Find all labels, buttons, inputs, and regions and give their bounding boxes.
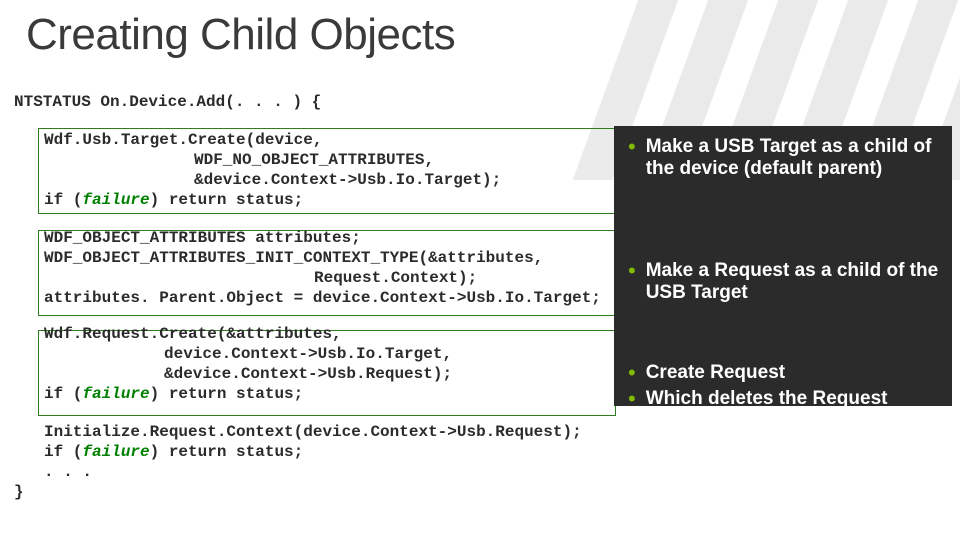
slide-title: Creating Child Objects — [26, 10, 455, 60]
code-close: } — [14, 482, 604, 502]
bullet-text: Which deletes the Request — [646, 388, 944, 410]
bullet-item-1: • Make a USB Target as a child of the de… — [628, 136, 944, 180]
code-line: &device.Context->Usb.Request); — [14, 364, 604, 384]
code-block: NTSTATUS On.Device.Add(. . . ) { Wdf.Usb… — [14, 92, 604, 502]
code-line: attributes. Parent.Object = device.Conte… — [14, 288, 604, 308]
code-line: Request.Context); — [14, 268, 604, 288]
code-line: if (failure) return status; — [14, 190, 604, 210]
bullet-text: Make a Request as a child of the USB Tar… — [646, 260, 944, 304]
code-line: Wdf.Request.Create(&attributes, — [14, 324, 604, 344]
bullet-dot-icon: • — [628, 388, 636, 410]
code-line: . . . — [14, 462, 604, 482]
bullet-dot-icon: • — [628, 362, 636, 384]
bullet-text: Make a USB Target as a child of the devi… — [646, 136, 944, 180]
bullet-dot-icon: • — [628, 260, 636, 304]
bullet-dot-icon: • — [628, 136, 636, 180]
code-line: WDF_OBJECT_ATTRIBUTES attributes; — [14, 228, 604, 248]
bullet-item-4: • Which deletes the Request — [628, 388, 944, 410]
code-line: device.Context->Usb.Io.Target, — [14, 344, 604, 364]
bullet-panel: • Make a USB Target as a child of the de… — [614, 126, 952, 406]
code-signature: NTSTATUS On.Device.Add(. . . ) { — [14, 92, 604, 112]
code-line: if (failure) return status; — [14, 442, 604, 462]
code-line: Wdf.Usb.Target.Create(device, — [14, 130, 604, 150]
code-line: if (failure) return status; — [14, 384, 604, 404]
bullet-item-3: • Create Request — [628, 362, 944, 384]
code-line: Initialize.Request.Context(device.Contex… — [14, 422, 604, 442]
code-line: &device.Context->Usb.Io.Target); — [14, 170, 604, 190]
code-line: WDF_OBJECT_ATTRIBUTES_INIT_CONTEXT_TYPE(… — [14, 248, 604, 268]
bullet-text: Create Request — [646, 362, 944, 384]
code-line: WDF_NO_OBJECT_ATTRIBUTES, — [14, 150, 604, 170]
bullet-item-2: • Make a Request as a child of the USB T… — [628, 260, 944, 304]
